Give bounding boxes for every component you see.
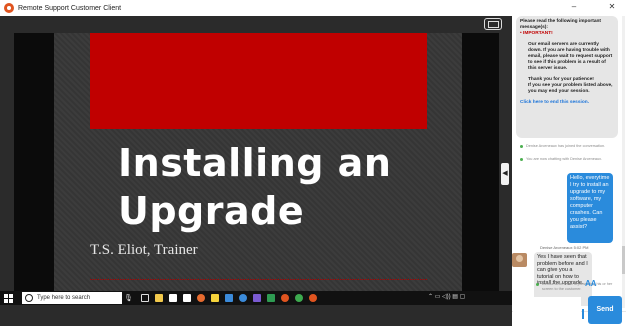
window-title: Remote Support Customer Client bbox=[18, 4, 122, 12]
notice-body: Our email servers are currently down. If… bbox=[528, 42, 613, 71]
slide-red-banner bbox=[90, 33, 427, 129]
fullscreen-icon[interactable] bbox=[484, 18, 502, 30]
firefox-icon[interactable] bbox=[197, 294, 205, 302]
system-message: Denise Arceneaux has joined the conversa… bbox=[520, 144, 618, 149]
font-size-toggle-icon[interactable]: AA bbox=[585, 279, 597, 288]
remote-screen-view[interactable]: Installing an Upgrade T.S. Eliot, Traine… bbox=[0, 16, 512, 326]
file-explorer-icon[interactable] bbox=[155, 294, 163, 302]
slide-subtitle: T.S. Eliot, Trainer bbox=[90, 242, 198, 258]
store-icon[interactable] bbox=[169, 294, 177, 302]
system-tray[interactable]: ⌃ ▭ ◁)) ▤ ▢ bbox=[428, 293, 465, 300]
minimize-button[interactable]: – bbox=[566, 2, 582, 12]
system-message: You are now chatting with Denise Arcenea… bbox=[520, 157, 618, 162]
support-app-icon[interactable] bbox=[281, 294, 289, 302]
mail-icon[interactable] bbox=[183, 294, 191, 302]
customer-client-window: Remote Support Customer Client – ✕ Insta… bbox=[0, 0, 626, 326]
sticky-notes-icon[interactable] bbox=[211, 294, 219, 302]
photos-icon[interactable] bbox=[225, 294, 233, 302]
title-bar: Remote Support Customer Client – ✕ bbox=[0, 0, 626, 16]
remote-taskbar: Type here to search 🎙 ⌃ ▭ ◁)) ▤ ▢ bbox=[0, 291, 512, 305]
cortana-icon bbox=[25, 294, 33, 302]
slide-title: Installing an Upgrade bbox=[118, 141, 392, 233]
teams-icon[interactable] bbox=[253, 294, 261, 302]
remote-support-app-icon[interactable] bbox=[309, 294, 317, 302]
agent-name: Denise Arceneaux bbox=[540, 245, 573, 250]
agent-message-time: 5:02 PM bbox=[573, 245, 589, 250]
notice-heading: Please read the following important mess… bbox=[520, 19, 602, 30]
chrome-icon[interactable] bbox=[295, 294, 303, 302]
close-button[interactable]: ✕ bbox=[604, 2, 620, 12]
agent-sender-line: Denise Arceneaux 5:02 PM bbox=[540, 245, 589, 250]
important-notice: Please read the following important mess… bbox=[516, 16, 618, 138]
agent-avatar bbox=[512, 253, 527, 267]
task-view-icon[interactable] bbox=[141, 294, 149, 302]
taskbar-search-placeholder: Type here to search bbox=[37, 295, 91, 301]
chat-scroll-thumb[interactable] bbox=[622, 246, 625, 274]
shared-screen: Installing an Upgrade T.S. Eliot, Traine… bbox=[14, 33, 499, 291]
taskbar-app-icons bbox=[138, 294, 320, 302]
expand-panel-handle[interactable]: ◀ bbox=[501, 163, 509, 185]
text-cursor-icon bbox=[582, 309, 584, 319]
app-logo-icon bbox=[4, 3, 14, 13]
app-icon-green[interactable] bbox=[267, 294, 275, 302]
microphone-icon[interactable]: 🎙 bbox=[124, 294, 133, 302]
end-session-link[interactable]: Click here to end this session. bbox=[520, 100, 614, 106]
remote-view-footer bbox=[0, 305, 512, 326]
slide-divider bbox=[90, 279, 427, 281]
presentation-slide: Installing an Upgrade T.S. Eliot, Traine… bbox=[54, 33, 462, 291]
system-message: Denise Arceneaux is presenting his or he… bbox=[536, 282, 614, 292]
edge-icon[interactable] bbox=[239, 294, 247, 302]
customer-message-bubble: Hello, everytime I try to install an upg… bbox=[567, 173, 613, 243]
chat-input-field[interactable] bbox=[513, 297, 581, 324]
remote-view-toolbar bbox=[0, 16, 512, 33]
taskbar-search-box[interactable]: Type here to search bbox=[22, 292, 122, 304]
send-button[interactable]: Send bbox=[588, 296, 622, 324]
chat-panel: Please read the following important mess… bbox=[512, 16, 626, 326]
notice-resolved: If you see your problem listed above, yo… bbox=[528, 83, 613, 94]
windows-start-icon[interactable] bbox=[4, 293, 16, 303]
